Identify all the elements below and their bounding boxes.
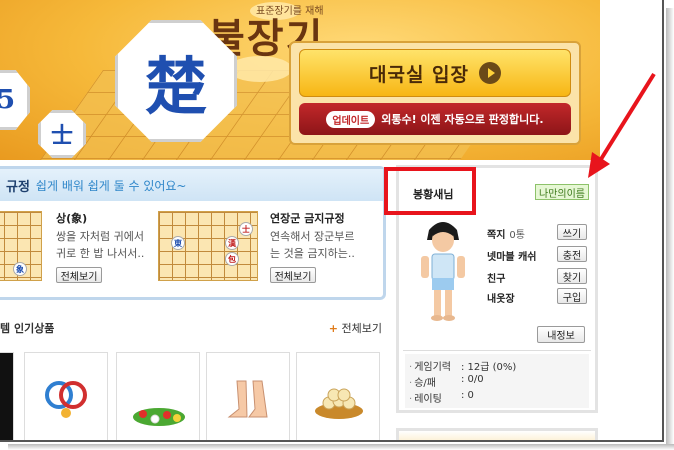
item-card[interactable] — [296, 352, 380, 440]
profile-divider — [403, 350, 591, 351]
friends-label: 친구 — [487, 274, 506, 285]
buy-item-button[interactable]: 구입 — [557, 288, 587, 304]
item-card[interactable] — [116, 352, 200, 440]
view-all-button[interactable]: 전체보기 — [56, 267, 102, 283]
rating-value: : 0 — [461, 390, 474, 401]
find-friends-button[interactable]: 찾기 — [557, 268, 587, 284]
skill-level-row: · 게임기력: 12급 (0%) — [409, 358, 516, 373]
rule-card-repeat-check: 士 漢 東 包 연장군 금지규정 연속해서 장군부르 는 것을 금지하는.. 전… — [158, 211, 384, 297]
red-arrow-annotation — [588, 72, 656, 178]
update-badge: 업데이트 — [326, 110, 376, 128]
east-piece-icon: 東 — [171, 236, 185, 250]
popular-view-all-label: 전체보기 — [341, 322, 382, 335]
win-loss-label: 승/패 — [414, 378, 436, 389]
janggi-piece-icon: 5 — [0, 70, 30, 130]
enter-room-label: 대국실 입장 — [368, 63, 469, 86]
rule-desc: 연속해서 장군부르 는 것을 금지하는.. — [270, 228, 355, 262]
memo-label: 쪽지 — [487, 230, 506, 241]
highlight-box-annotation — [384, 167, 476, 215]
rules-title: 규정 — [6, 179, 30, 195]
popular-items-header: 템 인기상품 + 전체보기 — [0, 320, 384, 336]
rule-desc: 쌍을 자처럼 귀에서 귀로 한 밥 나서서.. — [56, 228, 144, 262]
rule-card-sang: 象 상(象) 쌍을 자처럼 귀에서 귀로 한 밥 나서서.. 전체보기 — [0, 211, 150, 297]
memo-count: 0통 — [509, 230, 525, 241]
profile-info-box: · 게임기력: 12급 (0%) · 승/패: 0/0 · 레이팅: 0 — [405, 354, 589, 408]
secondary-panel — [396, 428, 598, 440]
cash-row: 넷마블 캐쉬 — [487, 248, 536, 263]
update-text: 외통수! 이젠 자동으로 판정합니다. — [381, 113, 544, 126]
rule-desc-line: 는 것을 금지하는.. — [270, 247, 355, 260]
rule-name: 연장군 금지규정 — [270, 212, 345, 225]
rice-cake-item-icon — [315, 388, 363, 419]
custom-name-button[interactable]: 나만의이름 — [535, 184, 589, 200]
frame-shadow — [8, 444, 674, 450]
guard-piece-icon: 士 — [239, 222, 253, 236]
skill-level-label: 게임기력 — [414, 362, 451, 373]
win-loss-value: : 0/0 — [461, 374, 484, 385]
win-loss-row: · 승/패: 0/0 — [409, 374, 484, 389]
rule-name: 상(象) — [56, 212, 88, 225]
popular-items-title: 템 인기상품 — [0, 322, 55, 335]
skill-level-value: : 12급 (0%) — [461, 362, 517, 373]
enter-room-button[interactable]: 대국실 입장 — [299, 49, 571, 97]
rules-section: 규정 쉽게 배워 쉽게 둘 수 있어요~ 象 상(象) 쌍을 자처럼 귀에서 귀… — [0, 166, 386, 300]
memo-row: 쪽지 0통 — [487, 226, 525, 241]
rule-desc-line: 쌍을 자처럼 귀에서 — [56, 230, 144, 243]
janggi-piece-cho-icon: 楚 — [115, 20, 237, 142]
rating-row: · 레이팅: 0 — [409, 390, 474, 405]
enter-panel: 대국실 입장 업데이트 외통수! 이젠 자동으로 판정합니다. — [289, 41, 581, 145]
frame-shadow — [666, 8, 674, 448]
play-icon — [479, 62, 501, 84]
wardrobe-label: 내옷장 — [487, 294, 515, 305]
rings-item-icon — [45, 381, 87, 418]
item-card[interactable] — [24, 352, 108, 440]
rules-subtitle: 쉽게 배워 쉽게 둘 수 있어요~ — [35, 178, 187, 193]
view-all-button[interactable]: 전체보기 — [270, 267, 316, 283]
my-info-button[interactable]: 내정보 — [537, 326, 585, 343]
cash-label: 넷마블 캐쉬 — [487, 252, 537, 263]
avatar[interactable] — [413, 216, 473, 326]
wardrobe-row: 내옷장 — [487, 290, 515, 305]
rule-desc-line: 귀로 한 밥 나서서.. — [56, 247, 145, 260]
han-piece-icon: 漢 — [225, 236, 239, 250]
plus-icon: + — [328, 322, 339, 335]
game-banner: 표준장기를 재해 불장기 5 楚 士 대국실 입장 업데이트 외통수! 이젠 자… — [0, 0, 600, 160]
rating-label: 레이팅 — [414, 394, 442, 405]
update-notice[interactable]: 업데이트 외통수! 이젠 자동으로 판정합니다. — [299, 103, 571, 135]
feet-item-icon — [227, 380, 268, 418]
flower-wreath-item-icon — [133, 408, 185, 426]
elephant-piece-icon: 象 — [13, 262, 27, 276]
cannon-piece-icon: 包 — [225, 252, 239, 266]
rule-thumbnail[interactable]: 象 — [0, 211, 42, 281]
rule-thumbnail[interactable]: 士 漢 東 包 — [158, 211, 258, 281]
popular-view-all-link[interactable]: + 전체보기 — [329, 320, 382, 336]
rules-header: 규정 쉽게 배워 쉽게 둘 수 있어요~ — [0, 169, 383, 201]
friends-row: 친구 — [487, 270, 505, 285]
item-card[interactable] — [206, 352, 290, 440]
rule-desc-line: 연속해서 장군부르 — [270, 230, 355, 243]
charge-cash-button[interactable]: 충전 — [557, 246, 587, 262]
screenshot-frame: 표준장기를 재해 불장기 5 楚 士 대국실 입장 업데이트 외통수! 이젠 자… — [0, 0, 664, 442]
write-memo-button[interactable]: 쓰기 — [557, 224, 587, 240]
item-card[interactable] — [0, 352, 14, 440]
